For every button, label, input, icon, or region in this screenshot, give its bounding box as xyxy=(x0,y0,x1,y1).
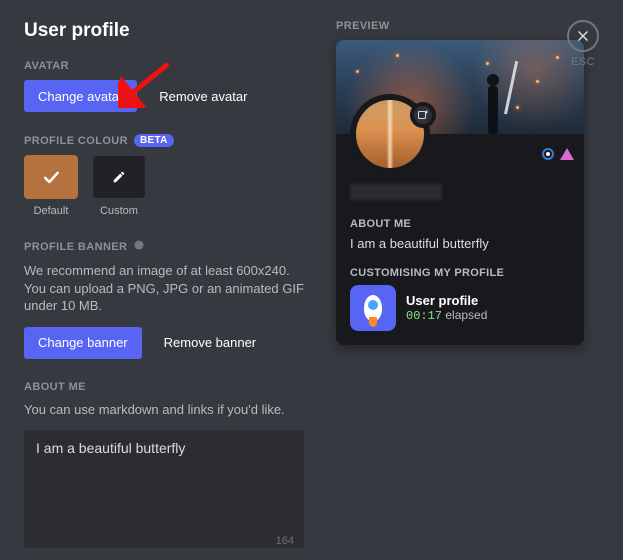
preview-about-text: I am a beautiful butterfly xyxy=(350,236,570,251)
upload-avatar-badge[interactable] xyxy=(410,102,436,128)
check-icon xyxy=(41,167,61,187)
banner-figure xyxy=(474,56,514,134)
close-icon xyxy=(576,29,590,43)
preview-username-placeholder xyxy=(350,184,442,200)
remove-avatar-button[interactable]: Remove avatar xyxy=(145,80,261,112)
customising-activity-icon xyxy=(350,285,396,331)
profile-preview-card: ABOUT ME I am a beautiful butterfly CUST… xyxy=(336,40,584,345)
nitro-icon xyxy=(133,239,145,254)
colour-custom-label: Custom xyxy=(100,205,138,217)
close-button[interactable] xyxy=(567,20,599,52)
colour-custom-swatch[interactable] xyxy=(92,155,146,199)
customising-activity-time: 00:17 elapsed xyxy=(406,308,487,323)
esc-label: ESC xyxy=(571,56,595,68)
preview-section-label: PREVIEW xyxy=(336,20,599,32)
remove-banner-button[interactable]: Remove banner xyxy=(150,327,271,359)
pencil-icon xyxy=(112,170,126,184)
about-me-section-label: ABOUT ME xyxy=(24,381,304,393)
beta-badge: BETA xyxy=(134,134,174,147)
colour-default-swatch[interactable] xyxy=(24,155,78,199)
profile-colour-section-label: PROFILE COLOUR BETA xyxy=(24,134,304,147)
change-avatar-button[interactable]: Change avatar xyxy=(24,80,137,112)
profile-banner-section-label: PROFILE BANNER xyxy=(24,239,304,254)
image-plus-icon xyxy=(417,109,429,121)
banner-help-text: We recommend an image of at least 600x24… xyxy=(24,262,304,315)
status-ring-icon xyxy=(542,148,554,160)
about-me-textarea[interactable] xyxy=(24,430,304,548)
colour-default-label: Default xyxy=(34,205,69,217)
avatar-section-label: AVATAR xyxy=(24,60,304,72)
page-title: User profile xyxy=(24,20,304,42)
preview-about-heading: ABOUT ME xyxy=(350,218,570,230)
preview-banner xyxy=(336,40,584,134)
about-me-char-count: 164 xyxy=(276,535,294,547)
about-me-help-text: You can use markdown and links if you'd … xyxy=(24,401,304,419)
change-banner-button[interactable]: Change banner xyxy=(24,327,142,359)
customising-activity-title: User profile xyxy=(406,293,487,308)
preview-customising-heading: CUSTOMISING MY PROFILE xyxy=(350,267,570,279)
rocket-icon xyxy=(364,295,382,321)
boost-triangle-icon xyxy=(560,148,574,160)
